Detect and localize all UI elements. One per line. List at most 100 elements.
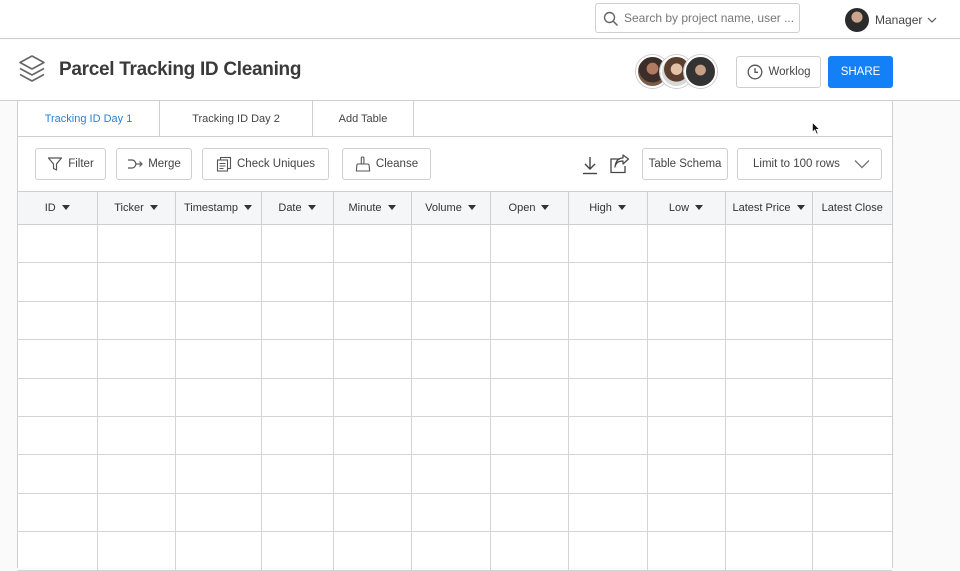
add-table-tab[interactable]: Add Table bbox=[313, 101, 414, 136]
column-header-open[interactable]: Open bbox=[490, 191, 569, 225]
row-limit-select[interactable]: Limit to 100 rows bbox=[737, 148, 882, 180]
table-cell[interactable] bbox=[97, 531, 176, 571]
table-cell[interactable] bbox=[568, 300, 648, 341]
table-cell[interactable] bbox=[812, 223, 892, 264]
table-cell[interactable] bbox=[490, 454, 569, 494]
table-cell[interactable] bbox=[18, 262, 98, 302]
table-cell[interactable] bbox=[97, 339, 176, 379]
table-cell[interactable] bbox=[490, 223, 569, 264]
table-cell[interactable] bbox=[647, 339, 726, 379]
cleanse-button[interactable]: Cleanse bbox=[342, 148, 431, 180]
table-cell[interactable] bbox=[175, 223, 262, 264]
column-header-high[interactable]: High bbox=[568, 191, 648, 225]
table-cell[interactable] bbox=[97, 223, 176, 264]
worklog-button[interactable]: Worklog bbox=[736, 56, 821, 88]
table-cell[interactable] bbox=[175, 531, 262, 571]
table-cell[interactable] bbox=[18, 377, 98, 417]
table-cell[interactable] bbox=[261, 223, 334, 264]
table-cell[interactable] bbox=[812, 415, 892, 456]
check-uniques-button[interactable]: Check Uniques bbox=[202, 148, 329, 180]
table-cell[interactable] bbox=[333, 223, 412, 264]
table-cell[interactable] bbox=[725, 415, 813, 456]
table-cell[interactable] bbox=[333, 339, 412, 379]
column-header-low[interactable]: Low bbox=[647, 191, 726, 225]
table-cell[interactable] bbox=[175, 454, 262, 494]
table-cell[interactable] bbox=[725, 339, 813, 379]
table-cell[interactable] bbox=[725, 531, 813, 571]
table-cell[interactable] bbox=[812, 339, 892, 379]
table-cell[interactable] bbox=[568, 415, 648, 456]
table-cell[interactable] bbox=[568, 262, 648, 302]
table-cell[interactable] bbox=[812, 454, 892, 494]
table-cell[interactable] bbox=[490, 377, 569, 417]
tab-tracking-id-day-2[interactable]: Tracking ID Day 2 bbox=[160, 101, 313, 136]
table-cell[interactable] bbox=[18, 339, 98, 379]
table-cell[interactable] bbox=[812, 492, 892, 533]
avatar[interactable] bbox=[684, 55, 717, 88]
search-input[interactable] bbox=[624, 7, 794, 29]
table-cell[interactable] bbox=[261, 262, 334, 302]
table-cell[interactable] bbox=[647, 377, 726, 417]
table-cell[interactable] bbox=[18, 492, 98, 533]
table-schema-button[interactable]: Table Schema bbox=[642, 148, 728, 180]
table-cell[interactable] bbox=[333, 262, 412, 302]
table-cell[interactable] bbox=[333, 531, 412, 571]
table-cell[interactable] bbox=[97, 377, 176, 417]
column-header-date[interactable]: Date bbox=[261, 191, 334, 225]
tab-tracking-id-day-1[interactable]: Tracking ID Day 1 bbox=[18, 101, 160, 136]
table-cell[interactable] bbox=[568, 454, 648, 494]
table-cell[interactable] bbox=[725, 377, 813, 417]
table-cell[interactable] bbox=[647, 223, 726, 264]
search-box[interactable] bbox=[595, 3, 800, 33]
table-cell[interactable] bbox=[261, 415, 334, 456]
table-cell[interactable] bbox=[18, 454, 98, 494]
column-header-id[interactable]: ID bbox=[18, 191, 98, 225]
table-cell[interactable] bbox=[411, 262, 491, 302]
table-cell[interactable] bbox=[97, 415, 176, 456]
table-cell[interactable] bbox=[647, 531, 726, 571]
table-cell[interactable] bbox=[261, 300, 334, 341]
table-cell[interactable] bbox=[261, 492, 334, 533]
table-cell[interactable] bbox=[333, 454, 412, 494]
table-cell[interactable] bbox=[97, 492, 176, 533]
column-header-latest-price[interactable]: Latest Price bbox=[725, 191, 813, 225]
table-cell[interactable] bbox=[647, 300, 726, 341]
table-cell[interactable] bbox=[333, 377, 412, 417]
table-cell[interactable] bbox=[18, 415, 98, 456]
table-cell[interactable] bbox=[490, 339, 569, 379]
table-cell[interactable] bbox=[812, 377, 892, 417]
table-cell[interactable] bbox=[725, 492, 813, 533]
filter-button[interactable]: Filter bbox=[35, 148, 106, 180]
table-cell[interactable] bbox=[725, 223, 813, 264]
table-cell[interactable] bbox=[333, 415, 412, 456]
table-cell[interactable] bbox=[568, 223, 648, 264]
table-cell[interactable] bbox=[725, 300, 813, 341]
table-cell[interactable] bbox=[97, 454, 176, 494]
table-cell[interactable] bbox=[725, 454, 813, 494]
table-cell[interactable] bbox=[647, 454, 726, 494]
table-cell[interactable] bbox=[175, 377, 262, 417]
table-cell[interactable] bbox=[411, 531, 491, 571]
table-cell[interactable] bbox=[411, 492, 491, 533]
table-cell[interactable] bbox=[411, 415, 491, 456]
table-cell[interactable] bbox=[647, 415, 726, 456]
table-cell[interactable] bbox=[175, 415, 262, 456]
table-cell[interactable] bbox=[261, 454, 334, 494]
table-cell[interactable] bbox=[175, 492, 262, 533]
table-cell[interactable] bbox=[411, 339, 491, 379]
download-icon[interactable] bbox=[581, 155, 599, 175]
table-cell[interactable] bbox=[812, 262, 892, 302]
table-cell[interactable] bbox=[18, 531, 98, 571]
column-header-minute[interactable]: Minute bbox=[333, 191, 412, 225]
table-cell[interactable] bbox=[812, 531, 892, 571]
column-header-latest-close[interactable]: Latest Close bbox=[812, 191, 892, 225]
table-cell[interactable] bbox=[261, 531, 334, 571]
table-cell[interactable] bbox=[97, 262, 176, 302]
column-header-timestamp[interactable]: Timestamp bbox=[175, 191, 262, 225]
table-cell[interactable] bbox=[647, 492, 726, 533]
table-cell[interactable] bbox=[490, 300, 569, 341]
table-cell[interactable] bbox=[97, 300, 176, 341]
table-cell[interactable] bbox=[261, 377, 334, 417]
collaborator-avatars[interactable] bbox=[636, 55, 718, 89]
table-cell[interactable] bbox=[490, 492, 569, 533]
